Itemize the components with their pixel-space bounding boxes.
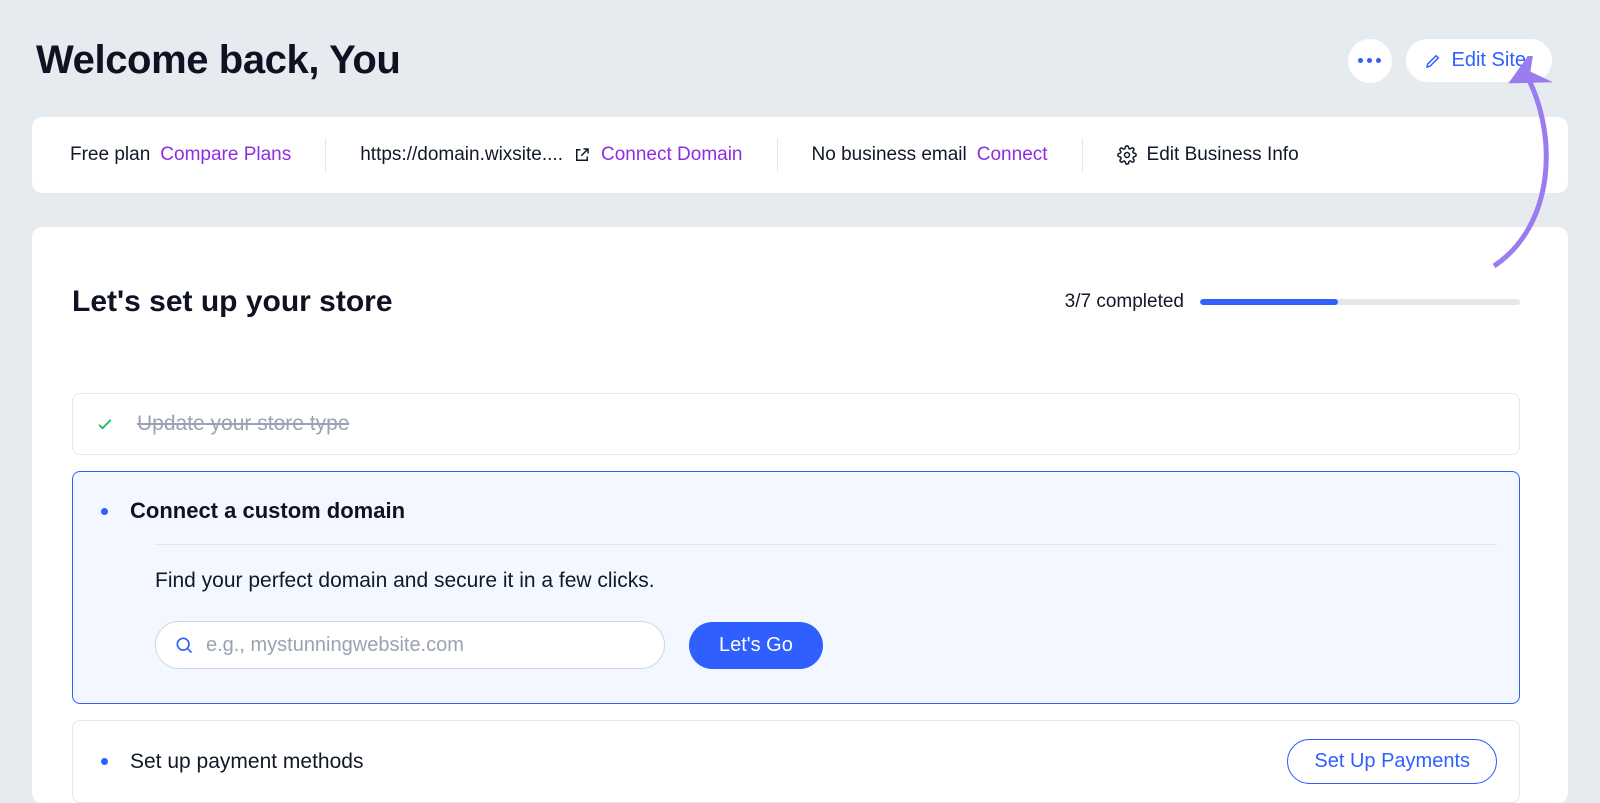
step-payment-left: Set up payment methods [95, 750, 363, 774]
domain-search-input-wrap[interactable] [155, 621, 665, 669]
bullet-icon [101, 508, 108, 515]
lets-go-button[interactable]: Let's Go [689, 622, 823, 669]
setup-header: Let's set up your store 3/7 completed [72, 285, 1520, 319]
setup-payments-button[interactable]: Set Up Payments [1287, 739, 1497, 784]
step-active-body: Find your perfect domain and secure it i… [155, 569, 1497, 669]
compare-plans-link[interactable]: Compare Plans [160, 144, 291, 166]
step-description: Find your perfect domain and secure it i… [155, 569, 1497, 593]
pencil-icon [1424, 52, 1442, 70]
page-title: Welcome back, You [36, 38, 400, 83]
setup-title: Let's set up your store [72, 285, 393, 319]
step-active-title: Connect a custom domain [130, 498, 405, 524]
setup-steps: Update your store type Connect a custom … [72, 393, 1520, 803]
plan-label: Free plan [70, 144, 150, 166]
gear-icon [1117, 145, 1137, 165]
step-active-header: Connect a custom domain [95, 498, 1497, 524]
progress-fill [1200, 299, 1338, 305]
edit-site-label: Edit Site [1452, 49, 1526, 72]
header-actions: Edit Site [1348, 39, 1552, 83]
domain-segment: https://domain.wixsite.... Connect Domai… [360, 138, 777, 172]
external-link-icon[interactable] [573, 146, 591, 164]
domain-search-row: Let's Go [155, 621, 1497, 669]
bullet-icon [101, 758, 108, 765]
progress-text: 3/7 completed [1065, 291, 1184, 313]
progress-bar [1200, 299, 1520, 305]
domain-text: https://domain.wixsite.... [360, 144, 563, 166]
more-icon [1358, 58, 1381, 63]
step-payment[interactable]: Set up payment methods Set Up Payments [72, 720, 1520, 803]
setup-card: Let's set up your store 3/7 completed Up… [32, 227, 1568, 803]
site-info-bar: Free plan Compare Plans https://domain.w… [32, 117, 1568, 193]
domain-search-input[interactable] [206, 634, 646, 657]
step-label: Set up payment methods [130, 750, 363, 774]
progress-indicator: 3/7 completed [1065, 291, 1520, 313]
edit-business-info-label: Edit Business Info [1147, 144, 1299, 166]
email-segment: No business email Connect [812, 138, 1083, 172]
plan-segment: Free plan Compare Plans [70, 138, 326, 172]
step-label: Update your store type [137, 412, 349, 436]
edit-site-button[interactable]: Edit Site [1406, 39, 1552, 82]
step-active: Connect a custom domain Find your perfec… [72, 471, 1520, 704]
connect-domain-link[interactable]: Connect Domain [601, 144, 743, 166]
check-icon [95, 414, 115, 434]
step-completed[interactable]: Update your store type [72, 393, 1520, 455]
business-info-segment[interactable]: Edit Business Info [1117, 138, 1299, 172]
email-label: No business email [812, 144, 967, 166]
more-options-button[interactable] [1348, 39, 1392, 83]
divider [155, 544, 1497, 545]
connect-email-link[interactable]: Connect [977, 144, 1048, 166]
search-icon [174, 635, 194, 655]
